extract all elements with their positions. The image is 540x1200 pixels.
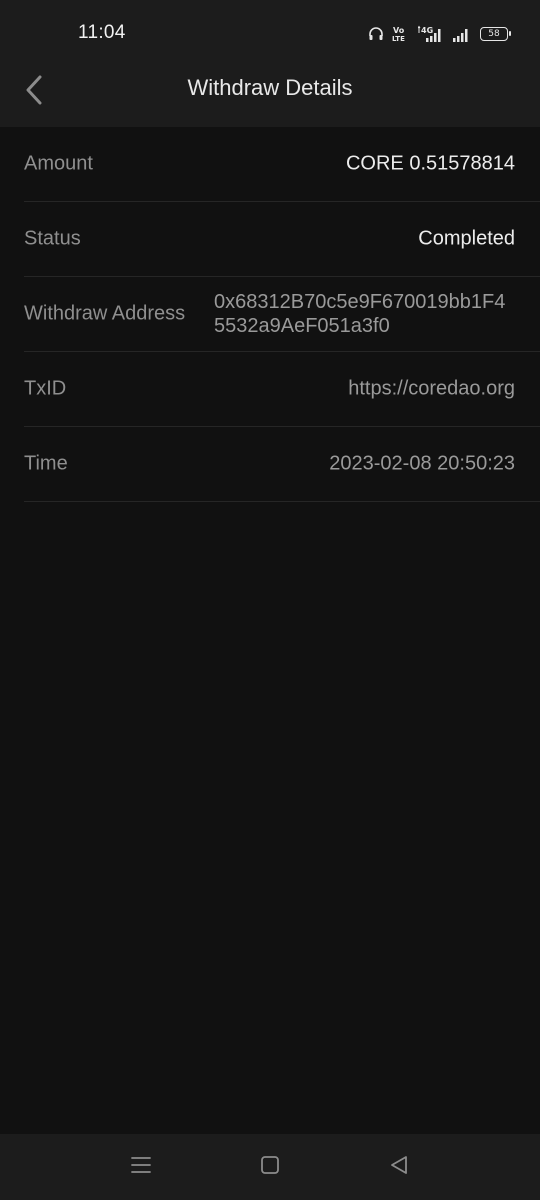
signal-bars-icon: [452, 26, 472, 42]
headphones-icon: [368, 26, 384, 42]
signal-4g-icon: 4G: [418, 25, 444, 43]
status-icons: Vo LTE 4G 58: [368, 24, 511, 44]
status-label: Status: [24, 227, 81, 250]
battery-level: 58: [488, 28, 500, 39]
txid-label: TxID: [24, 377, 67, 400]
menu-icon: [130, 1155, 152, 1180]
svg-text:4G: 4G: [421, 26, 433, 35]
withdraw-address-value[interactable]: 0x68312B70c5e9F670019bb1F45532a9AeF051a3…: [214, 290, 515, 338]
time-label: Time: [24, 452, 68, 475]
system-back-button[interactable]: [386, 1154, 412, 1180]
withdraw-address-label: Withdraw Address: [24, 302, 186, 325]
page-title: Withdraw Details: [187, 75, 353, 100]
battery-icon: 58: [480, 27, 511, 41]
time-value: 2023-02-08 20:50:23: [329, 452, 515, 475]
txid-link[interactable]: https://coredao.org: [348, 378, 515, 401]
back-triangle-icon: [388, 1154, 410, 1181]
volte-icon: Vo LTE: [392, 25, 410, 43]
system-nav-bar: [0, 1134, 540, 1200]
svg-text:Vo: Vo: [393, 26, 405, 35]
home-square-icon: [259, 1154, 281, 1181]
status-time: 11:04: [78, 22, 126, 43]
home-button[interactable]: [257, 1154, 283, 1180]
detail-row-withdraw-address: Withdraw Address 0x68312B70c5e9F670019bb…: [24, 277, 540, 352]
amount-label: Amount: [24, 152, 93, 175]
svg-text:LTE: LTE: [392, 35, 405, 43]
status-bar: 11:04 Vo LTE 4G 58: [0, 0, 540, 64]
app-header: Withdraw Details: [0, 64, 540, 127]
detail-row-status: Status Completed: [24, 202, 540, 277]
detail-row-time: Time 2023-02-08 20:50:23: [24, 427, 540, 502]
details-list: Amount CORE 0.51578814 Status Completed …: [24, 127, 540, 502]
recent-apps-button[interactable]: [128, 1154, 154, 1180]
detail-row-amount: Amount CORE 0.51578814: [24, 127, 540, 202]
status-value: Completed: [418, 227, 515, 250]
amount-value: CORE 0.51578814: [345, 152, 515, 175]
detail-row-txid: TxID https://coredao.org: [24, 352, 540, 427]
